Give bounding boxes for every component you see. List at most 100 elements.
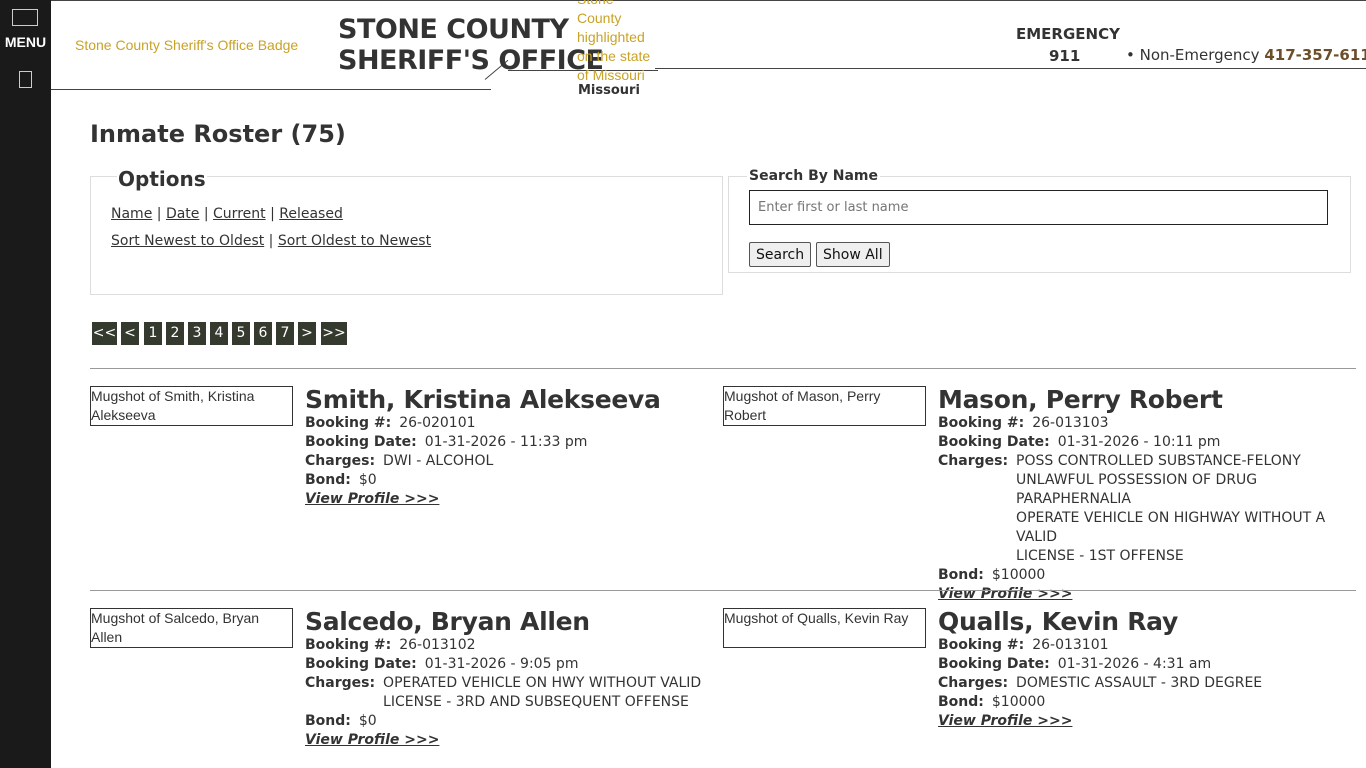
mugshot-image[interactable]: Mugshot of Salcedo, Bryan Allen — [90, 608, 293, 648]
agency-title[interactable]: STONE COUNTY SHERIFF'S OFFICE — [338, 14, 604, 76]
page-next-button[interactable]: > — [298, 322, 316, 345]
booking-date: 01-31-2026 - 4:31 am — [1057, 656, 1212, 672]
charges-label: Charges: — [938, 675, 1009, 691]
header-border — [51, 89, 491, 90]
inmate-name[interactable]: Salcedo, Bryan Allen — [305, 608, 725, 636]
sidebar: MENU — [0, 0, 51, 768]
charges-label: Charges: — [938, 453, 1009, 469]
map-alt-line: on the state — [577, 48, 651, 64]
booking-date-row: Booking Date: 01-31-2026 - 10:11 pm — [938, 433, 1358, 452]
view-profile-link[interactable]: View Profile >>> — [305, 731, 725, 750]
sort-links: Sort Newest to Oldest | Sort Oldest to N… — [111, 233, 432, 249]
charges-row: Charges: OPERATED VEHICLE ON HWY WITHOUT… — [305, 674, 725, 712]
state-label: Missouri — [578, 83, 640, 98]
booking-date: 01-31-2026 - 11:33 pm — [424, 434, 588, 450]
menu-glyph-icon — [19, 71, 32, 88]
page-7-button[interactable]: 7 — [276, 322, 294, 345]
filter-current-link[interactable]: Current — [213, 206, 266, 222]
booking-date: 01-31-2026 - 9:05 pm — [424, 656, 579, 672]
booking-number-row: Booking #: 26-013102 — [305, 636, 725, 655]
bond-amount: $0 — [358, 713, 377, 729]
charges-label: Charges: — [305, 675, 376, 691]
bond-row: Bond: $10000 — [938, 566, 1358, 585]
booking-date: 01-31-2026 - 10:11 pm — [1057, 434, 1221, 450]
sort-newest-link[interactable]: Sort Newest to Oldest — [111, 233, 264, 249]
bond-label: Bond: — [938, 694, 984, 710]
view-profile-link[interactable]: View Profile >>> — [938, 585, 1358, 604]
page-2-button[interactable]: 2 — [166, 322, 184, 345]
page-3-button[interactable]: 3 — [188, 322, 206, 345]
booking-date-row: Booking Date: 01-31-2026 - 11:33 pm — [305, 433, 725, 452]
menu-label: MENU — [4, 34, 47, 50]
bond-amount: $0 — [358, 472, 377, 488]
menu-icon — [12, 9, 38, 26]
inmate-info: Salcedo, Bryan Allen Booking #: 26-013102… — [305, 608, 725, 750]
mugshot-image[interactable]: Mugshot of Smith, Kristina Alekseeva — [90, 386, 293, 426]
charge: OPERATE VEHICLE ON HIGHWAY WITHOUT A VAL… — [1016, 510, 1326, 545]
filter-released-link[interactable]: Released — [279, 206, 343, 222]
page-first-button[interactable]: << — [92, 322, 117, 345]
bond-label: Bond: — [305, 713, 351, 729]
sort-oldest-link[interactable]: Sort Oldest to Newest — [278, 233, 431, 249]
inmate-info: Smith, Kristina Alekseeva Booking #: 26-0… — [305, 386, 725, 509]
page-6-button[interactable]: 6 — [254, 322, 272, 345]
charges-row: Charges: DOMESTIC ASSAULT - 3RD DEGREE — [938, 674, 1358, 693]
booking-date-label: Booking Date: — [938, 656, 1050, 672]
header-border — [51, 0, 1366, 1]
booking-number-row: Booking #: 26-020101 — [305, 414, 725, 433]
booking-number-label: Booking #: — [938, 637, 1025, 653]
charges-row: Charges: DWI - ALCOHOL — [305, 452, 725, 471]
charge: OPERATED VEHICLE ON HWY WITHOUT VALID — [383, 675, 702, 691]
county-map-image: Stone County highlighted on the state of… — [577, 0, 667, 86]
booking-number-label: Booking #: — [305, 637, 392, 653]
mugshot-image[interactable]: Mugshot of Qualls, Kevin Ray — [723, 608, 926, 648]
emergency-number[interactable]: 911 — [1049, 47, 1080, 65]
search-input[interactable] — [749, 190, 1328, 225]
booking-number: 26-013101 — [1032, 637, 1109, 653]
agency-title-line1: STONE COUNTY — [338, 14, 569, 45]
view-profile-link[interactable]: View Profile >>> — [305, 490, 725, 509]
inmate-name[interactable]: Mason, Perry Robert — [938, 386, 1358, 414]
booking-number: 26-013102 — [399, 637, 476, 653]
booking-number: 26-013103 — [1032, 415, 1109, 431]
booking-date-row: Booking Date: 01-31-2026 - 4:31 am — [938, 655, 1358, 674]
menu-button[interactable]: MENU — [0, 0, 51, 90]
show-all-button[interactable]: Show All — [816, 242, 890, 267]
non-emergency-label: • Non-Emergency — [1126, 46, 1260, 64]
non-emergency-number[interactable]: 417-357-6116 — [1264, 46, 1366, 64]
booking-number-row: Booking #: 26-013103 — [938, 414, 1358, 433]
filter-name-link[interactable]: Name — [111, 206, 152, 222]
filter-date-link[interactable]: Date — [166, 206, 199, 222]
sheriff-badge-image[interactable]: Stone County Sheriff's Office Badge — [75, 37, 298, 53]
search-button[interactable]: Search — [749, 242, 812, 267]
page-1-button[interactable]: 1 — [144, 322, 162, 345]
page-prev-button[interactable]: < — [121, 322, 139, 345]
bond-row: Bond: $0 — [305, 712, 725, 731]
options-panel: Options Name | Date | Current | Released… — [90, 167, 723, 295]
charge: LICENSE - 3RD AND SUBSEQUENT OFFENSE — [383, 694, 689, 710]
booking-date-row: Booking Date: 01-31-2026 - 9:05 pm — [305, 655, 725, 674]
view-profile-link[interactable]: View Profile >>> — [938, 712, 1358, 731]
booking-number: 26-020101 — [399, 415, 476, 431]
charge: UNLAWFUL POSSESSION OF DRUG PARAPHERNALI… — [1016, 472, 1258, 507]
bond-amount: $10000 — [991, 567, 1046, 583]
inmate-name[interactable]: Qualls, Kevin Ray — [938, 608, 1358, 636]
charges-row: Charges: POSS CONTROLLED SUBSTANCE-FELON… — [938, 452, 1358, 566]
agency-title-line2: SHERIFF'S OFFICE — [338, 45, 604, 76]
inmate-name[interactable]: Smith, Kristina Alekseeva — [305, 386, 725, 414]
bond-label: Bond: — [938, 567, 984, 583]
bond-row: Bond: $0 — [305, 471, 725, 490]
page-last-button[interactable]: >> — [321, 322, 347, 345]
page-5-button[interactable]: 5 — [232, 322, 250, 345]
booking-date-label: Booking Date: — [938, 434, 1050, 450]
booking-number-label: Booking #: — [938, 415, 1025, 431]
options-legend: Options — [117, 167, 207, 191]
filter-links: Name | Date | Current | Released — [111, 206, 343, 222]
mugshot-image[interactable]: Mugshot of Mason, Perry Robert — [723, 386, 926, 426]
booking-number-label: Booking #: — [305, 415, 392, 431]
map-alt-line: highlighted — [577, 29, 645, 45]
bond-label: Bond: — [305, 472, 351, 488]
bond-row: Bond: $10000 — [938, 693, 1358, 712]
page-4-button[interactable]: 4 — [210, 322, 228, 345]
booking-date-label: Booking Date: — [305, 434, 417, 450]
